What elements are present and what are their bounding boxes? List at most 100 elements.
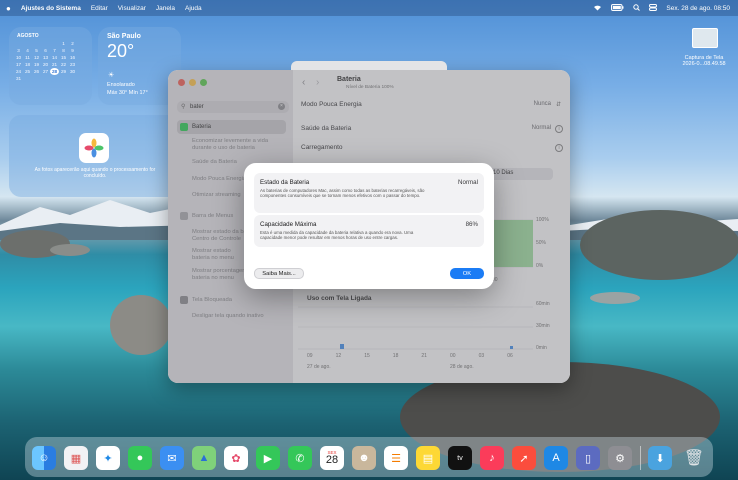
rock xyxy=(110,295,172,355)
battery-health-sheet: Estado da Bateria Normal As baterias de … xyxy=(244,163,494,289)
calendar-day: 24 xyxy=(15,69,22,74)
battery-state-description: As baterias de computadores Mac, assim c… xyxy=(260,188,425,199)
calendar-day xyxy=(32,40,41,47)
calendar-day: 21 xyxy=(51,62,58,67)
safari-icon[interactable]: ✦ xyxy=(96,446,120,470)
screenshot-file-icon[interactable] xyxy=(692,28,718,48)
calendar-dock-icon[interactable]: SEX 28 xyxy=(320,446,344,470)
reminders-icon[interactable]: ☰ xyxy=(384,446,408,470)
desktop-file-label[interactable]: Captura de Tela 2026-0...08.49.58 xyxy=(670,55,738,67)
dock-separator xyxy=(640,446,641,470)
app-menu[interactable]: Ajustes do Sistema xyxy=(21,5,81,12)
calendar-day: 20 xyxy=(42,62,49,67)
rock xyxy=(590,292,640,304)
calendar-day: 8 xyxy=(62,48,65,53)
calendar-day: 9 xyxy=(71,48,74,53)
calendar-day xyxy=(50,75,59,82)
photos-widget[interactable]: As fotos aparecerão aqui quando o proces… xyxy=(9,115,181,197)
battery-menu-icon[interactable] xyxy=(611,3,624,13)
calendar-dock-day: 28 xyxy=(325,454,339,466)
calendar-day: 10 xyxy=(15,55,22,60)
calendar-widget[interactable]: AGOSTO 1 2 3 4 5 6 7 8 9 10 11 12 13 14 15 16 17 18 19 20 21… xyxy=(9,27,92,105)
weather-temp: 20° xyxy=(107,41,135,61)
mail-icon[interactable]: ✉ xyxy=(160,446,184,470)
search-menu-icon[interactable] xyxy=(633,3,641,13)
calendar-day: 19 xyxy=(33,62,40,67)
learn-more-button[interactable]: Saiba Mais... xyxy=(254,268,304,279)
calendar-day: 2 xyxy=(71,41,74,46)
calendar-day: 22 xyxy=(60,62,67,67)
apple-menu-icon[interactable]: ● xyxy=(6,4,11,13)
calendar-day: 1 xyxy=(62,41,65,46)
launchpad-icon[interactable]: ▦ xyxy=(64,446,88,470)
max-capacity-value: 86% xyxy=(465,221,478,228)
calendar-day: 5 xyxy=(35,48,38,53)
system-settings-icon[interactable]: ⚙ xyxy=(608,446,632,470)
photos-dock-icon[interactable]: ✿ xyxy=(224,446,248,470)
calendar-day xyxy=(41,40,50,47)
datetime[interactable]: Sex. 28 de ago. 08:50 xyxy=(666,5,730,12)
weather-condition: Ensolarado xyxy=(107,82,135,88)
calendar-day: 29 xyxy=(60,69,67,74)
calendar-day: 15 xyxy=(60,55,67,60)
battery-state-card: Estado da Bateria Normal As baterias de … xyxy=(254,173,484,213)
calendar-day: 30 xyxy=(69,69,76,74)
rock xyxy=(580,210,738,280)
menu-visualizar[interactable]: Visualizar xyxy=(118,5,146,12)
contacts-icon[interactable]: ☻ xyxy=(352,446,376,470)
maps-icon[interactable]: ▲ xyxy=(192,446,216,470)
finder-icon[interactable]: ☺ xyxy=(32,446,56,470)
calendar-day: 6 xyxy=(44,48,47,53)
calendar-day: 27 xyxy=(42,69,49,74)
calendar-day: 12 xyxy=(33,55,40,60)
sun-icon: ☀ xyxy=(108,72,115,79)
photos-icon xyxy=(79,133,109,163)
calendar-day: 26 xyxy=(33,69,40,74)
apple-tv-icon[interactable]: tv xyxy=(448,446,472,470)
max-capacity-title: Capacidade Máxima xyxy=(260,221,317,228)
messages-icon[interactable]: ● xyxy=(128,446,152,470)
app-store-icon[interactable]: A xyxy=(544,446,568,470)
calendar-day: 17 xyxy=(15,62,22,67)
facetime-icon[interactable]: ▶ xyxy=(256,446,280,470)
music-icon[interactable]: ♪ xyxy=(480,446,504,470)
downloads-folder-icon[interactable]: ⬇ xyxy=(648,446,672,470)
background-window-edge xyxy=(291,61,447,70)
calendar-day: 18 xyxy=(24,62,31,67)
calendar-day xyxy=(50,40,59,47)
calendar-day xyxy=(23,40,32,47)
calendar-day: 4 xyxy=(26,48,29,53)
calendar-day: 23 xyxy=(69,62,76,67)
battery-state-value: Normal xyxy=(458,179,478,186)
max-capacity-card: Capacidade Máxima 86% Esta é uma medida … xyxy=(254,215,484,247)
wifi-icon[interactable] xyxy=(593,4,602,13)
control-center-icon[interactable] xyxy=(649,3,658,13)
menu-ajuda[interactable]: Ajuda xyxy=(185,5,202,12)
calendar-day xyxy=(14,40,23,47)
weather-range: Máx 30° Mín 17° xyxy=(107,90,148,96)
calendar-day xyxy=(68,75,77,82)
ok-button[interactable]: OK xyxy=(450,268,484,279)
calendar-day xyxy=(32,75,41,82)
photos-widget-text: As fotos aparecerão aqui quando o proces… xyxy=(34,167,156,179)
iphone-mirroring-icon[interactable]: ▯ xyxy=(576,446,600,470)
calendar-day: 7 xyxy=(53,48,56,53)
launcher-rocket-icon[interactable]: ➚ xyxy=(512,446,536,470)
calendar-month: AGOSTO xyxy=(17,33,39,39)
phone-icon[interactable]: ✆ xyxy=(288,446,312,470)
menu-janela[interactable]: Janela xyxy=(156,5,175,12)
menu-editar[interactable]: Editar xyxy=(91,5,108,12)
max-capacity-description: Esta é uma medida da capacidade da bater… xyxy=(260,230,414,241)
calendar-day xyxy=(23,75,32,82)
calendar-day: 11 xyxy=(25,55,30,60)
calendar-day: 3 xyxy=(17,48,20,53)
calendar-day: 13 xyxy=(42,55,49,60)
calendar-grid: 1 2 3 4 5 6 7 8 9 10 11 12 13 14 15 16 17 18 19 20 21 22 23 24 2… xyxy=(14,40,77,82)
notes-icon[interactable]: ▤ xyxy=(416,446,440,470)
calendar-day: 25 xyxy=(24,69,31,74)
calendar-day: 28 xyxy=(50,68,59,75)
calendar-day: 31 xyxy=(15,76,22,81)
rock xyxy=(50,244,90,256)
trash-icon[interactable]: 🗑 xyxy=(682,446,706,470)
calendar-day xyxy=(59,75,68,82)
